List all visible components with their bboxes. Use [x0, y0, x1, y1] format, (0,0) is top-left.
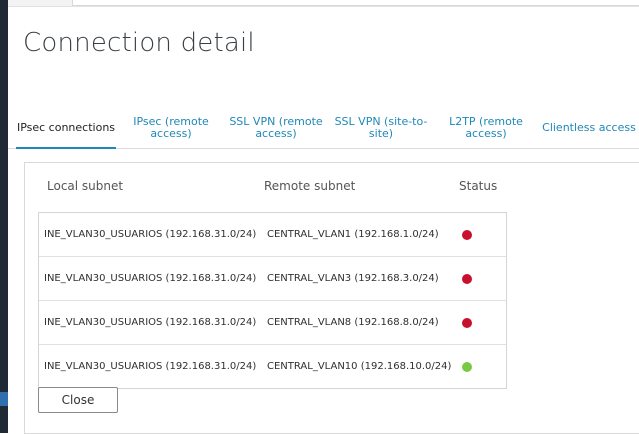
local-subnet-cell: INE_VLAN30_USUARIOS (192.168.31.0/24)	[44, 273, 257, 284]
local-subnet-cell: INE_VLAN30_USUARIOS (192.168.31.0/24)	[44, 317, 257, 328]
status-down-icon	[462, 317, 472, 328]
remote-subnet-cell: CENTRAL_VLAN8 (192.168.8.0/24)	[267, 317, 439, 328]
status-down-icon	[462, 229, 472, 240]
column-header-status: Status	[459, 179, 498, 193]
connections-table: INE_VLAN30_USUARIOS (192.168.31.0/24) CE…	[38, 212, 507, 389]
remote-subnet-cell: CENTRAL_VLAN3 (192.168.3.0/24)	[267, 273, 439, 284]
tab-ssl-vpn-remote-access[interactable]: SSL VPN (remote access)	[226, 108, 326, 148]
tab-l2tp-remote-access[interactable]: L2TP (remote access)	[436, 108, 536, 148]
local-subnet-cell: INE_VLAN30_USUARIOS (192.168.31.0/24)	[44, 229, 257, 240]
tab-clientless-access[interactable]: Clientless access	[540, 108, 638, 148]
status-cell	[462, 257, 472, 300]
tab-ssl-vpn-site-to-site[interactable]: SSL VPN (site-to-site)	[331, 108, 431, 148]
table-row: INE_VLAN30_USUARIOS (192.168.31.0/24) CE…	[39, 213, 506, 256]
remote-subnet-cell: CENTRAL_VLAN1 (192.168.1.0/24)	[267, 229, 439, 240]
remote-subnet-cell: CENTRAL_VLAN10 (192.168.10.0/24)	[267, 361, 452, 372]
column-header-remote-subnet: Remote subnet	[264, 179, 356, 193]
status-cell	[462, 345, 472, 388]
app-top-bar	[8, 0, 639, 7]
status-cell	[462, 301, 472, 344]
sidebar-active-marker	[0, 392, 8, 406]
column-header-local-subnet: Local subnet	[47, 179, 124, 193]
tab-bar: IPsec connections IPsec (remote access) …	[8, 108, 639, 149]
local-subnet-cell: INE_VLAN30_USUARIOS (192.168.31.0/24)	[44, 361, 257, 372]
tab-ipsec-connections[interactable]: IPsec connections	[14, 108, 118, 149]
app-sidebar-strip	[0, 0, 8, 433]
dialog-title: Connection detail	[23, 28, 255, 58]
table-row: INE_VLAN30_USUARIOS (192.168.31.0/24) CE…	[39, 300, 506, 344]
status-up-icon	[462, 361, 472, 372]
status-cell	[462, 213, 472, 256]
status-down-icon	[462, 273, 472, 284]
top-search-stub	[72, 0, 639, 6]
close-button[interactable]: Close	[38, 387, 118, 413]
table-row: INE_VLAN30_USUARIOS (192.168.31.0/24) CE…	[39, 344, 506, 388]
table-row: INE_VLAN30_USUARIOS (192.168.31.0/24) CE…	[39, 256, 506, 300]
tab-ipsec-remote-access[interactable]: IPsec (remote access)	[121, 108, 221, 148]
